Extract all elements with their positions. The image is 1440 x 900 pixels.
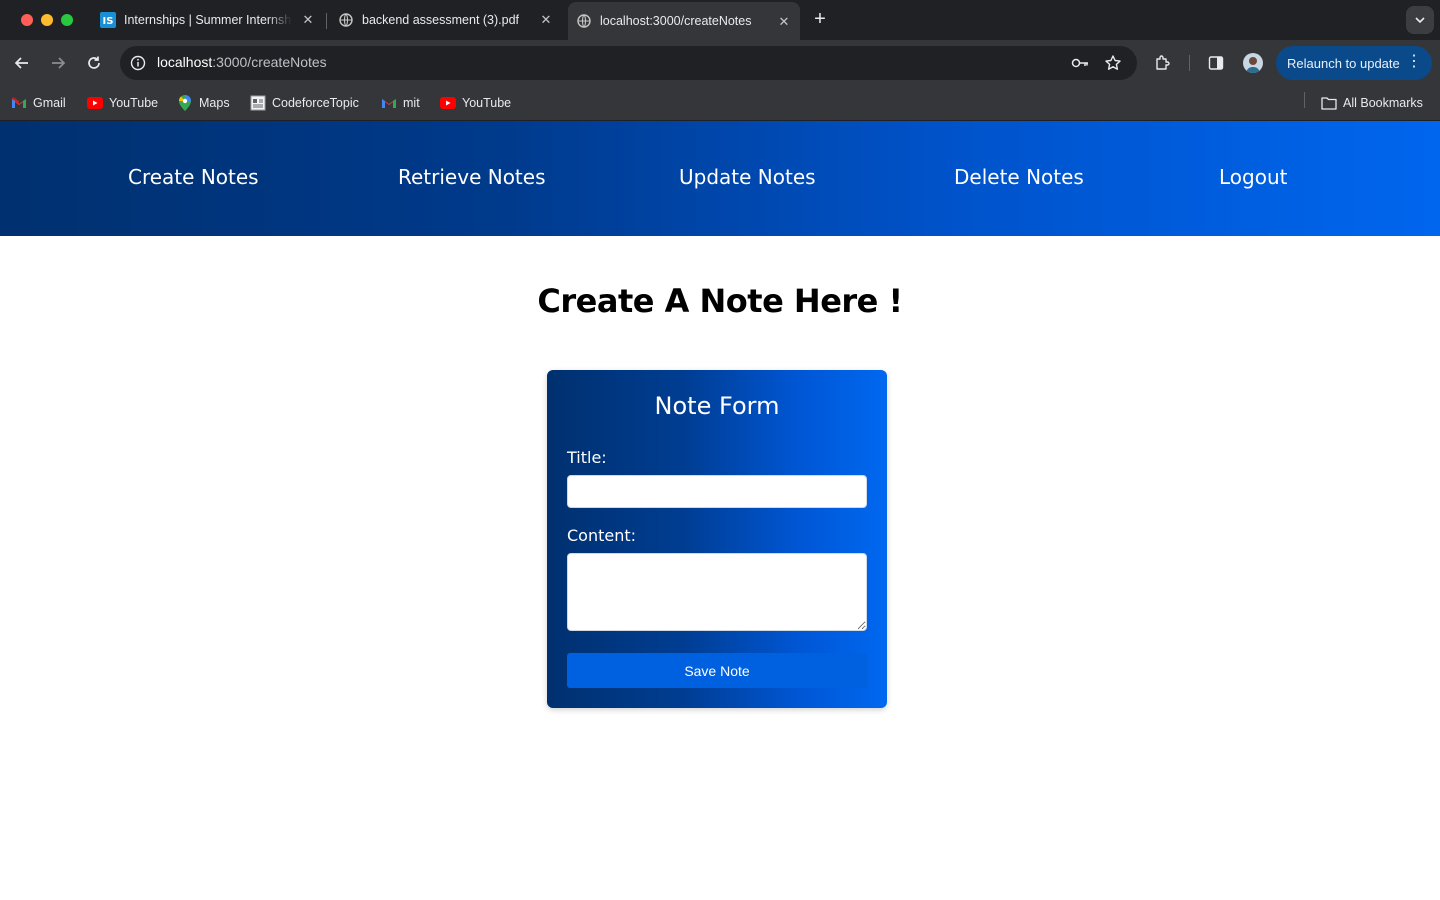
- gmail-icon: [11, 95, 27, 111]
- form-heading: Note Form: [654, 392, 780, 420]
- window-minimize-button[interactable]: [41, 14, 53, 26]
- url-host: localhost: [157, 54, 213, 70]
- youtube-icon: [440, 95, 456, 111]
- note-form: Note Form Title: Content: Save Note: [547, 370, 887, 708]
- bookmark-label: YouTube: [462, 96, 512, 110]
- bookmark-mit[interactable]: mit: [381, 93, 420, 113]
- internshala-icon: IS: [100, 12, 116, 28]
- site-info-icon[interactable]: [128, 53, 148, 73]
- close-icon[interactable]: ✕: [300, 12, 316, 28]
- youtube-icon: [87, 95, 103, 111]
- new-tab-button[interactable]: +: [808, 8, 832, 32]
- tab-title: backend assessment (3).pdf: [362, 13, 520, 27]
- tab-strip: IS Internships | Summer Internships ✕ ba…: [0, 0, 1440, 40]
- bookmark-label: YouTube: [109, 96, 159, 110]
- app-navbar: Create Notes Retrieve Notes Update Notes…: [0, 121, 1440, 236]
- content-textarea[interactable]: [567, 553, 867, 631]
- url-path: :3000/createNotes: [212, 54, 327, 70]
- globe-icon: [576, 13, 592, 29]
- password-key-icon[interactable]: [1070, 53, 1090, 73]
- arrow-left-icon: [14, 57, 28, 69]
- page-title: Create A Note Here !: [537, 282, 903, 320]
- url-text[interactable]: localhost:3000/createNotes: [157, 54, 327, 70]
- save-note-button[interactable]: Save Note: [567, 653, 867, 688]
- nav-delete-notes[interactable]: Delete Notes: [954, 165, 1084, 189]
- content-label: Content:: [567, 526, 637, 545]
- title-label: Title:: [567, 448, 607, 467]
- chevron-down-icon: [1415, 17, 1425, 24]
- tab-create-notes[interactable]: localhost:3000/createNotes ✕: [568, 2, 800, 40]
- all-bookmarks-button[interactable]: All Bookmarks: [1321, 93, 1423, 113]
- side-panel-icon[interactable]: [1205, 52, 1227, 74]
- title-input[interactable]: [567, 475, 867, 508]
- svg-text:IS: IS: [103, 16, 114, 27]
- nav-logout[interactable]: Logout: [1219, 165, 1287, 189]
- toolbar-divider: [1189, 55, 1190, 71]
- window-close-button[interactable]: [21, 14, 33, 26]
- relaunch-update-button[interactable]: Relaunch to update ⋮: [1276, 46, 1432, 80]
- gmail-icon: [381, 95, 397, 111]
- extensions-icon[interactable]: [1152, 52, 1174, 74]
- close-icon[interactable]: ✕: [538, 12, 554, 28]
- reload-button[interactable]: [81, 50, 107, 76]
- arrow-right-icon: [52, 57, 66, 69]
- bookmark-gmail[interactable]: Gmail: [11, 93, 66, 113]
- nav-create-notes[interactable]: Create Notes: [128, 165, 259, 189]
- more-menu-icon[interactable]: ⋮: [1406, 53, 1422, 71]
- bookmarks-divider: [1304, 92, 1305, 108]
- folder-icon: [1321, 95, 1337, 111]
- tab-backend-assessment[interactable]: backend assessment (3).pdf ✕: [330, 0, 562, 40]
- globe-icon: [338, 12, 354, 28]
- bookmark-label: Maps: [199, 96, 230, 110]
- address-bar[interactable]: localhost:3000/createNotes: [120, 46, 1137, 80]
- forward-button[interactable]: [45, 50, 71, 76]
- bookmark-label: mit: [403, 96, 420, 110]
- nav-update-notes[interactable]: Update Notes: [679, 165, 816, 189]
- relaunch-label: Relaunch to update: [1287, 55, 1400, 71]
- star-icon[interactable]: [1103, 53, 1123, 73]
- maps-icon: [177, 95, 193, 111]
- profile-avatar[interactable]: [1243, 53, 1263, 73]
- nav-retrieve-notes[interactable]: Retrieve Notes: [398, 165, 546, 189]
- bookmark-maps[interactable]: Maps: [177, 93, 230, 113]
- all-bookmarks-label: All Bookmarks: [1343, 96, 1423, 110]
- tab-title: Internships | Summer Internships: [124, 13, 292, 27]
- page-icon: [250, 95, 266, 111]
- browser-toolbar: localhost:3000/createNotes Relaunch to u…: [0, 40, 1440, 86]
- bookmark-youtube[interactable]: YouTube: [87, 93, 158, 113]
- reload-icon: [88, 56, 100, 69]
- bookmark-codeforcetopic[interactable]: CodeforceTopic: [250, 93, 359, 113]
- window-maximize-button[interactable]: [61, 14, 73, 26]
- close-icon[interactable]: ✕: [776, 14, 792, 30]
- tab-search-button[interactable]: [1406, 6, 1434, 34]
- bookmark-youtube-2[interactable]: YouTube: [440, 93, 511, 113]
- back-button[interactable]: [9, 50, 35, 76]
- bookmark-label: CodeforceTopic: [272, 96, 359, 110]
- bookmarks-bar: Gmail YouTube Maps CodeforceTopic mit Yo…: [0, 86, 1440, 121]
- tab-title: localhost:3000/createNotes: [600, 14, 752, 28]
- tab-internships[interactable]: IS Internships | Summer Internships ✕: [92, 0, 324, 40]
- tab-divider: [326, 13, 327, 29]
- bookmark-label: Gmail: [33, 96, 66, 110]
